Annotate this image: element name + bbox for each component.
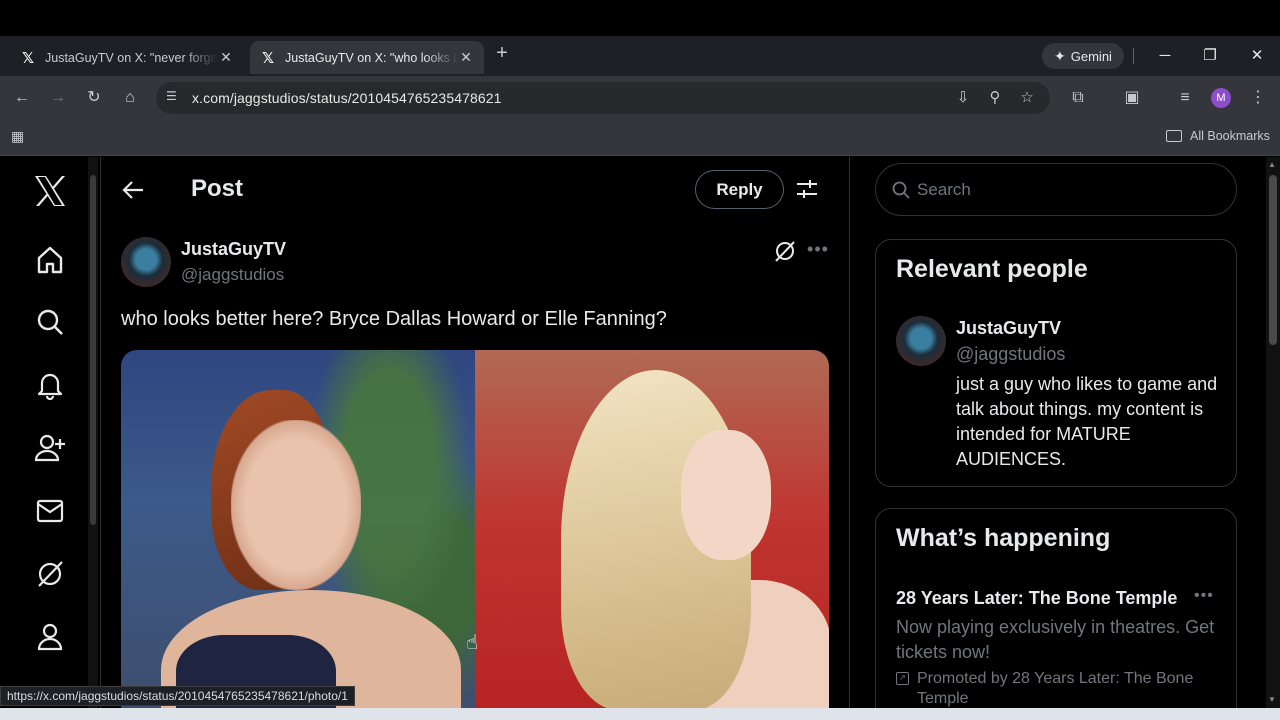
tab-never-forget[interactable]: 𝕏 JustaGuyTV on X: "never forget ✕ [10, 41, 244, 74]
left-nav [0, 157, 100, 708]
extensions-icon[interactable]: ⧉ [1066, 86, 1090, 110]
all-bookmarks-button[interactable]: All Bookmarks [1166, 129, 1270, 143]
explore-search-icon[interactable] [32, 304, 68, 340]
right-sidebar: Relevant people JustaGuyTV @jaggstudios … [850, 157, 1268, 708]
person-bio: just a guy who likes to game and talk ab… [956, 374, 1218, 469]
tab-who-looks-better[interactable]: 𝕏 JustaGuyTV on X: "who looks be ✕ [250, 41, 484, 74]
avatar[interactable] [896, 316, 946, 366]
gemini-button[interactable]: ✦ Gemini [1042, 43, 1124, 69]
card-title: Relevant people [896, 255, 1088, 283]
scroll-up-icon[interactable]: ▲ [1268, 160, 1276, 169]
status-url-bubble: https://x.com/jaggstudios/status/2010454… [0, 686, 355, 706]
relevant-people-card: Relevant people JustaGuyTV @jaggstudios … [875, 239, 1237, 487]
tab-title: JustaGuyTV on X: "who looks be [285, 50, 458, 65]
forward-icon[interactable]: → [46, 86, 70, 110]
home-icon[interactable]: ⌂ [118, 86, 142, 110]
bookmarks-bar: ▦ All Bookmarks [0, 120, 1280, 156]
author-avatar[interactable] [121, 237, 171, 287]
page-scrollbar[interactable]: ▲ ▼ [1266, 157, 1280, 708]
screen-top-bar [0, 0, 1280, 36]
url-text[interactable]: x.com/jaggstudios/status/201045476523547… [192, 90, 502, 106]
card-title: What’s happening [896, 524, 1111, 552]
post-text: who looks better here? Bryce Dallas Howa… [121, 308, 667, 330]
person-handle[interactable]: @jaggstudios [956, 344, 1065, 365]
search-input[interactable] [917, 178, 1217, 202]
messages-mail-icon[interactable] [32, 493, 68, 529]
scroll-down-icon[interactable]: ▼ [1268, 695, 1276, 704]
install-app-icon[interactable]: ⇩ [953, 88, 973, 108]
author-handle[interactable]: @jaggstudios [181, 265, 284, 285]
minimize-icon[interactable]: ─ [1153, 44, 1177, 68]
left-scrollbar[interactable] [88, 157, 98, 708]
back-icon[interactable]: ← [10, 86, 34, 110]
grok-icon[interactable] [773, 239, 797, 263]
more-options-icon[interactable]: ••• [1194, 587, 1214, 605]
tab-close-icon[interactable]: ✕ [218, 49, 234, 66]
page-title: Post [191, 175, 244, 202]
hand-cursor-icon: ☝ [466, 632, 479, 654]
restore-icon[interactable]: ❐ [1198, 44, 1222, 68]
sparkle-icon: ✦ [1054, 47, 1066, 64]
trend-description[interactable]: Now playing exclusively in theatres. Get… [896, 615, 1216, 665]
more-options-icon[interactable]: ••• [805, 239, 831, 263]
profile-icon[interactable] [32, 619, 68, 655]
media-controls-icon[interactable]: ≡ [1173, 86, 1197, 110]
promoted-label: ↗ Promoted by 28 Years Later: The Bone T… [896, 669, 1216, 708]
scroll-thumb[interactable] [1269, 175, 1277, 345]
address-bar[interactable]: ☰ x.com/jaggstudios/status/2010454765235… [156, 82, 1050, 114]
taskbar [0, 708, 1280, 720]
follow-add-user-icon[interactable] [32, 430, 68, 466]
scroll-thumb[interactable] [90, 175, 96, 525]
sliders-icon[interactable] [795, 177, 819, 201]
folder-icon [1166, 130, 1182, 142]
close-window-icon[interactable]: ✕ [1245, 44, 1269, 68]
promoted-icon: ↗ [896, 672, 909, 685]
menu-kebab-icon[interactable]: ⋮ [1246, 86, 1270, 110]
author-name[interactable]: JustaGuyTV [181, 239, 286, 260]
gemini-label: Gemini [1070, 48, 1112, 64]
back-arrow-icon[interactable] [121, 177, 147, 203]
x-logo-icon: 𝕏 [21, 49, 35, 67]
browser-toolbar: ← → ↻ ⌂ ☰ x.com/jaggstudios/status/20104… [0, 76, 1280, 120]
bookmark-star-icon[interactable]: ☆ [1017, 88, 1037, 108]
grok-icon[interactable] [32, 556, 68, 592]
tab-title: JustaGuyTV on X: "never forget [45, 50, 218, 65]
all-bookmarks-label: All Bookmarks [1190, 129, 1270, 143]
site-info-icon[interactable]: ☰ [166, 89, 184, 107]
x-page: Post Reply JustaGuyTV @jaggstudios ••• w… [0, 157, 1280, 708]
side-panel-icon[interactable]: ▣ [1120, 86, 1144, 110]
promoted-text: Promoted by 28 Years Later: The Bone Tem… [917, 670, 1194, 707]
tab-close-icon[interactable]: ✕ [458, 49, 474, 66]
x-logo-icon[interactable] [32, 173, 68, 209]
profile-avatar[interactable]: M [1211, 88, 1231, 108]
reply-button[interactable]: Reply [695, 170, 784, 209]
search-icon [892, 181, 910, 199]
new-tab-icon[interactable]: + [492, 42, 512, 65]
post-column: Post Reply JustaGuyTV @jaggstudios ••• w… [100, 157, 850, 708]
trend-title[interactable]: 28 Years Later: The Bone Temple [896, 588, 1177, 609]
apps-grid-icon[interactable]: ▦ [11, 128, 24, 145]
divider [1133, 48, 1134, 64]
notifications-bell-icon[interactable] [32, 367, 68, 403]
zoom-icon[interactable]: ⚲ [985, 88, 1005, 108]
reload-icon[interactable]: ↻ [82, 86, 106, 110]
search-box[interactable] [875, 163, 1237, 216]
x-logo-icon: 𝕏 [261, 49, 275, 67]
home-icon[interactable] [32, 242, 68, 278]
person-name[interactable]: JustaGuyTV [956, 318, 1061, 339]
whats-happening-card: What’s happening 28 Years Later: The Bon… [875, 508, 1237, 708]
